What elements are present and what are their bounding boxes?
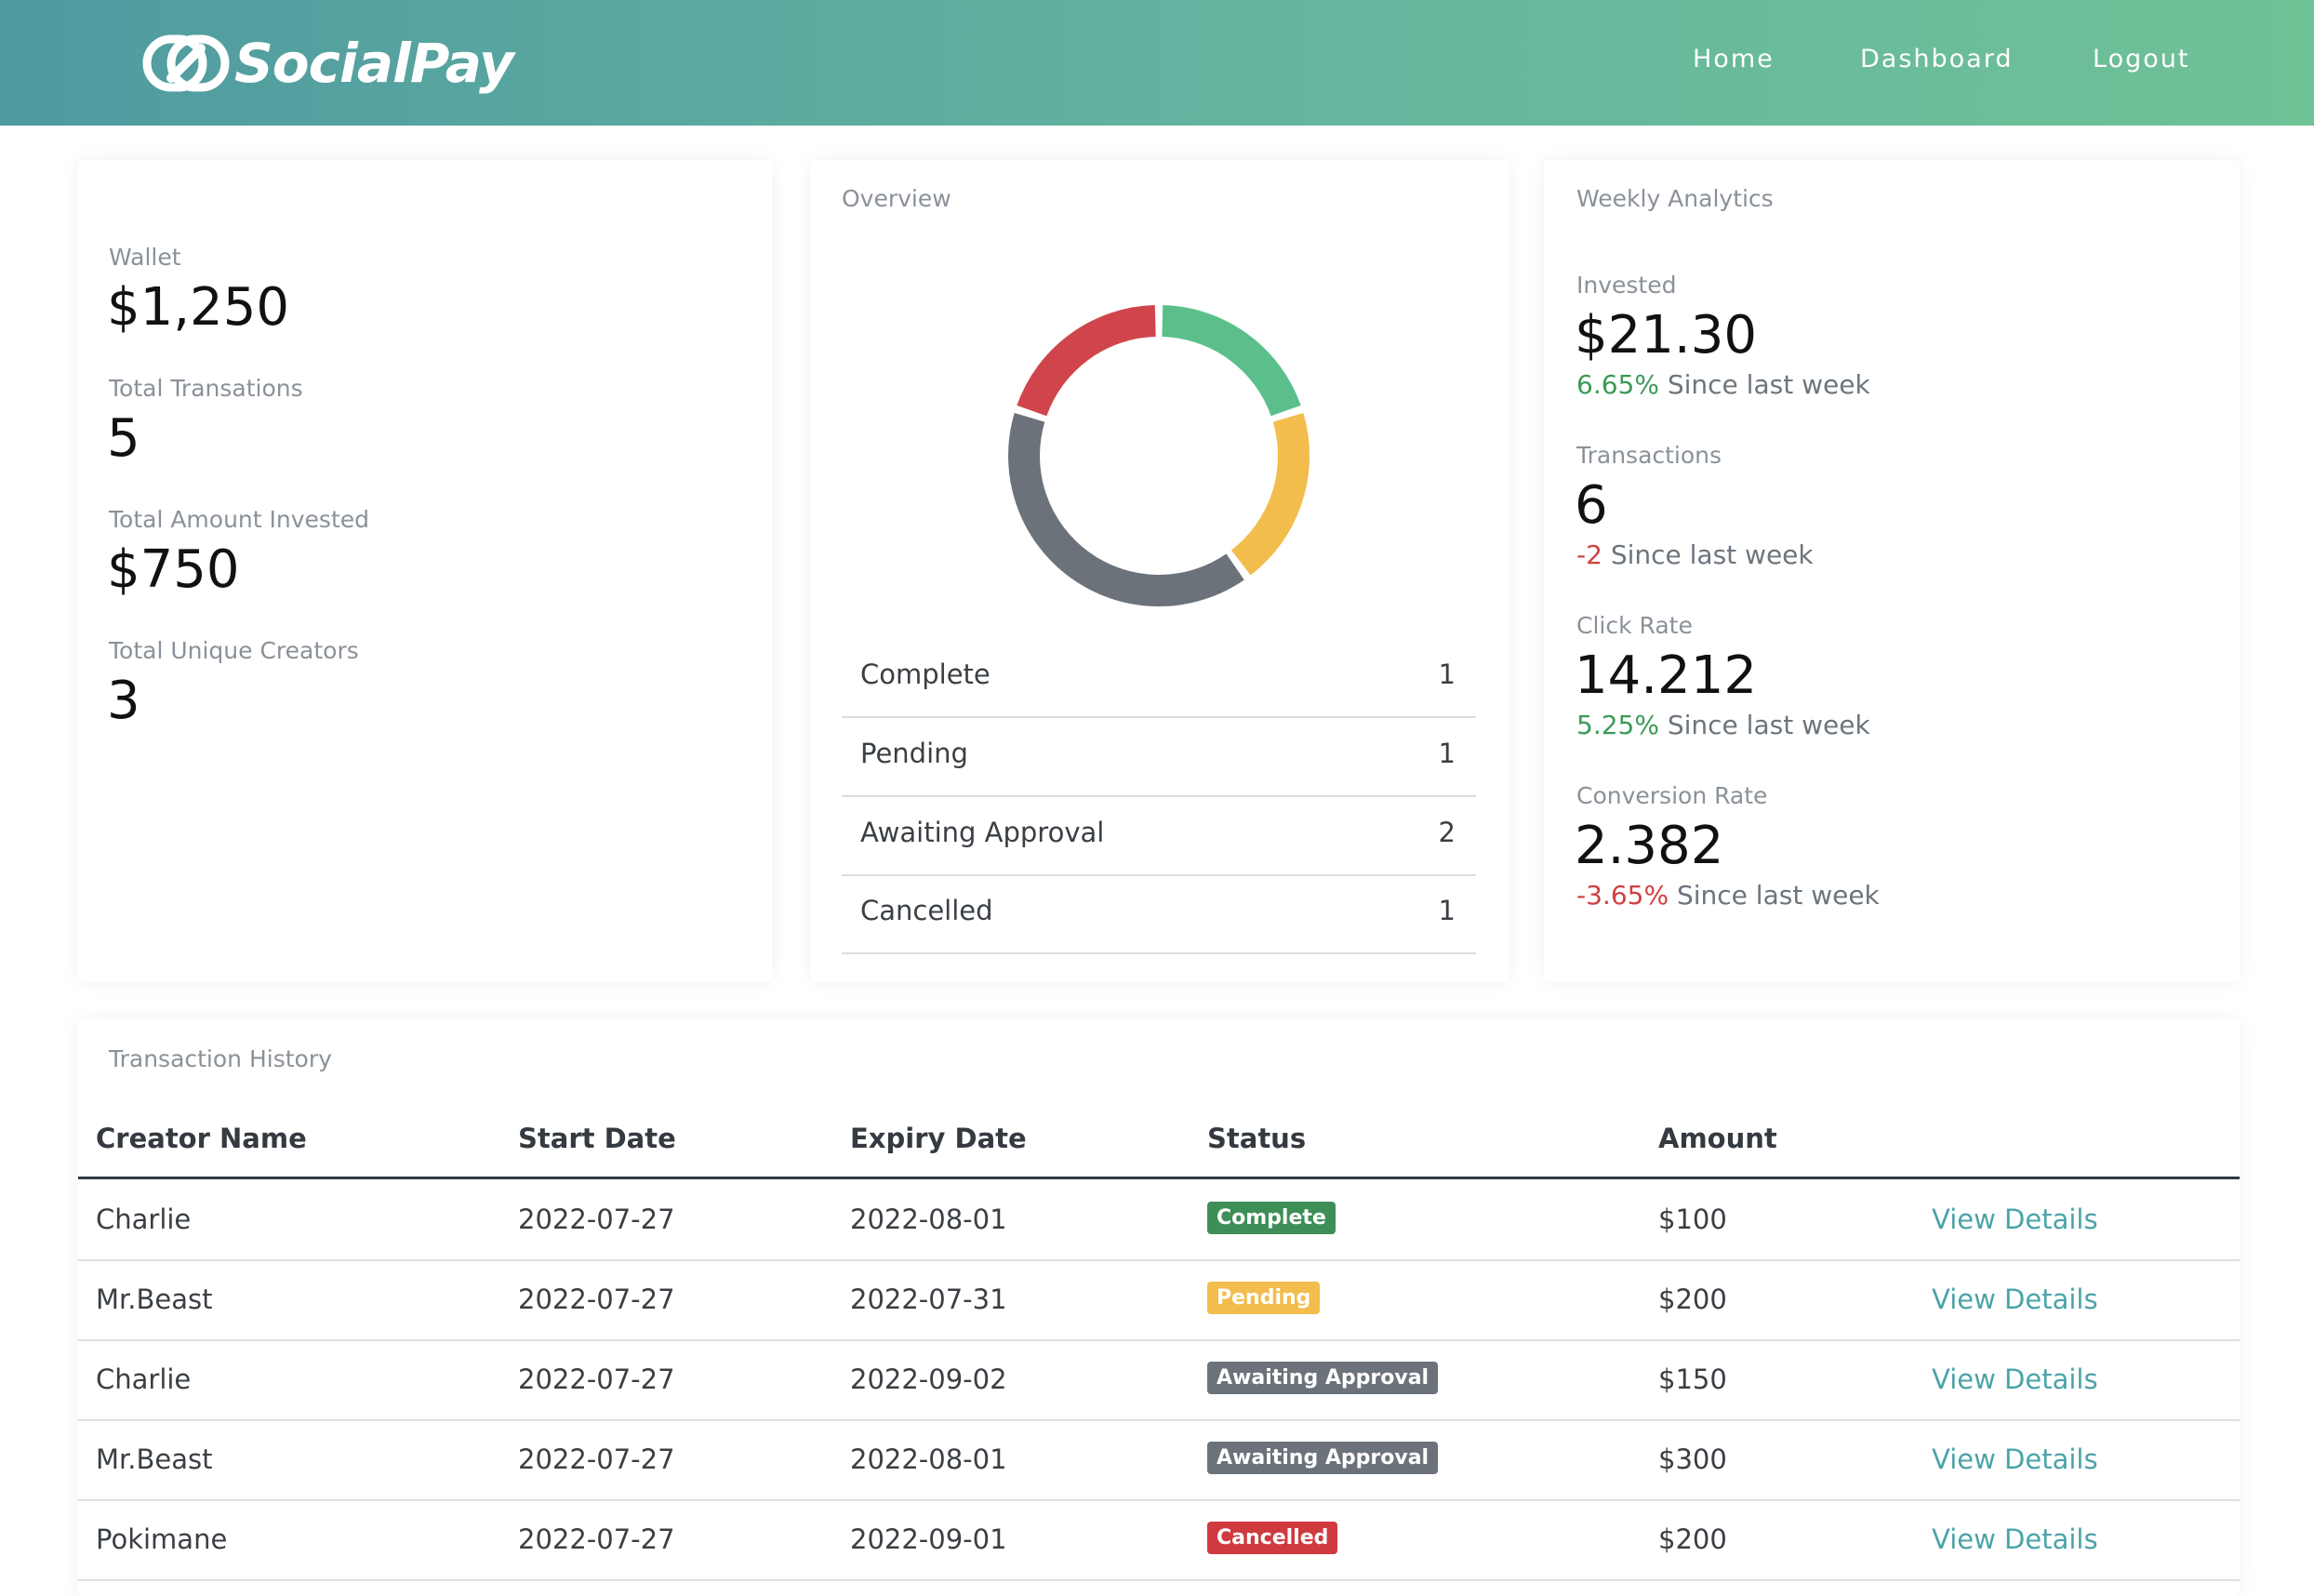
column-header-creator[interactable]: Creator Name [96,1123,307,1154]
table-row: Charlie 2022-07-27 2022-08-01 Complete $… [78,1179,2240,1261]
conversion-rate-value: 2.382 [1575,816,1724,876]
total-transactions-value: 5 [107,408,140,469]
status-badge: Cancelled [1207,1522,1338,1554]
overview-row-label: Pending [860,738,968,769]
status-badge: Pending [1207,1282,1321,1314]
cell-creator: Pokimane [96,1523,228,1555]
view-details-link[interactable]: View Details [1932,1523,2098,1555]
nav-logout-link[interactable]: Logout [2093,45,2189,73]
cell-start-date: 2022-07-27 [518,1363,675,1395]
donut-segment-complete [1161,305,1301,417]
invested-delta: 6.65% Since last week [1576,369,1870,400]
donut-segment-pending [1230,412,1310,576]
cell-amount: $300 [1658,1443,1727,1475]
status-badge: Awaiting Approval [1207,1362,1439,1394]
cell-creator: Mr.Beast [96,1443,213,1475]
unique-creators-value: 3 [107,671,140,731]
overview-title: Overview [842,185,951,212]
cell-creator: Charlie [96,1363,192,1395]
top-navbar: SocialPay Home Dashboard Logout [0,0,2314,126]
delta-value: -3.65% [1576,880,1669,911]
cell-start-date: 2022-07-27 [518,1283,675,1315]
table-row: Mr.Beast 2022-07-27 2022-07-31 Pending $… [78,1259,2240,1341]
transactions-label: Transactions [1576,442,1722,469]
transactions-value: 6 [1575,475,1608,536]
conversion-rate-label: Conversion Rate [1576,782,1768,809]
cell-expiry-date: 2022-09-02 [850,1363,1007,1395]
invested-label: Invested [1576,272,1677,299]
click-rate-label: Click Rate [1576,612,1693,639]
delta-value: 6.65% [1576,369,1659,400]
cell-start-date: 2022-07-27 [518,1523,675,1555]
status-badge: Complete [1207,1202,1336,1234]
cell-amount: $100 [1658,1204,1727,1235]
cell-expiry-date: 2022-09-01 [850,1523,1007,1555]
unique-creators-label: Total Unique Creators [109,637,359,664]
delta-suffix: Since last week [1667,710,1870,740]
overview-row-count: 1 [1438,658,1456,690]
nav-dashboard-link[interactable]: Dashboard [1860,45,2013,73]
cell-start-date: 2022-07-27 [518,1443,675,1475]
socialpay-logo-icon [142,34,230,92]
weekly-analytics-title: Weekly Analytics [1576,185,1774,212]
status-badge: Awaiting Approval [1207,1442,1439,1474]
overview-row-label: Cancelled [860,895,993,926]
column-header-status[interactable]: Status [1207,1123,1306,1154]
conversion-rate-delta: -3.65% Since last week [1576,880,1880,911]
wallet-label: Wallet [109,244,181,271]
transaction-history-title: Transaction History [109,1045,332,1072]
column-header-amount[interactable]: Amount [1658,1123,1777,1154]
overview-row-label: Complete [860,658,991,690]
overview-row-awaiting: Awaiting Approval 2 [842,796,1476,876]
total-transactions-label: Total Transations [109,375,303,402]
overview-row-count: 2 [1438,817,1456,848]
brand-name: SocialPay [234,32,514,95]
overview-row-count: 1 [1438,738,1456,769]
delta-suffix: Since last week [1667,369,1870,400]
invested-value: $21.30 [1575,305,1757,366]
cell-creator: Charlie [96,1204,192,1235]
view-details-link[interactable]: View Details [1932,1283,2098,1315]
view-details-link[interactable]: View Details [1932,1204,2098,1235]
delta-value: -2 [1576,539,1603,570]
total-invested-value: $750 [107,539,240,600]
donut-segment-cancelled [1017,305,1157,417]
column-header-start-date[interactable]: Start Date [518,1123,676,1154]
nav-home-link[interactable]: Home [1693,45,1775,73]
cell-start-date: 2022-07-27 [518,1204,675,1235]
total-invested-label: Total Amount Invested [109,506,369,533]
cell-expiry-date: 2022-07-31 [850,1283,1007,1315]
delta-value: 5.25% [1576,710,1659,740]
overview-row-pending: Pending 1 [842,717,1476,797]
view-details-link[interactable]: View Details [1932,1363,2098,1395]
delta-suffix: Since last week [1610,539,1814,570]
column-header-expiry-date[interactable]: Expiry Date [850,1123,1027,1154]
table-row: Charlie 2022-07-27 2022-09-02 Awaiting A… [78,1339,2240,1421]
cell-creator: Mr.Beast [96,1283,213,1315]
table-row: Pokimane 2022-07-27 2022-09-01 Cancelled… [78,1499,2240,1581]
cell-amount: $200 [1658,1523,1727,1555]
overview-row-complete: Complete 1 [842,638,1476,718]
cell-amount: $150 [1658,1363,1727,1395]
brand-logo[interactable]: SocialPay [141,26,514,100]
overview-row-count: 1 [1438,895,1456,926]
overview-row-cancelled: Cancelled 1 [842,874,1476,954]
view-details-link[interactable]: View Details [1932,1443,2098,1475]
overview-donut-chart [1008,305,1310,606]
transactions-delta: -2 Since last week [1576,539,1814,570]
donut-segment-awaiting-approval [1008,413,1244,606]
click-rate-value: 14.212 [1575,645,1757,706]
cell-amount: $200 [1658,1283,1727,1315]
wallet-value: $1,250 [107,277,289,338]
cell-expiry-date: 2022-08-01 [850,1204,1007,1235]
table-row: Mr.Beast 2022-07-27 2022-08-01 Awaiting … [78,1419,2240,1501]
delta-suffix: Since last week [1676,880,1880,911]
overview-row-label: Awaiting Approval [860,817,1105,848]
cell-expiry-date: 2022-08-01 [850,1443,1007,1475]
click-rate-delta: 5.25% Since last week [1576,710,1870,740]
